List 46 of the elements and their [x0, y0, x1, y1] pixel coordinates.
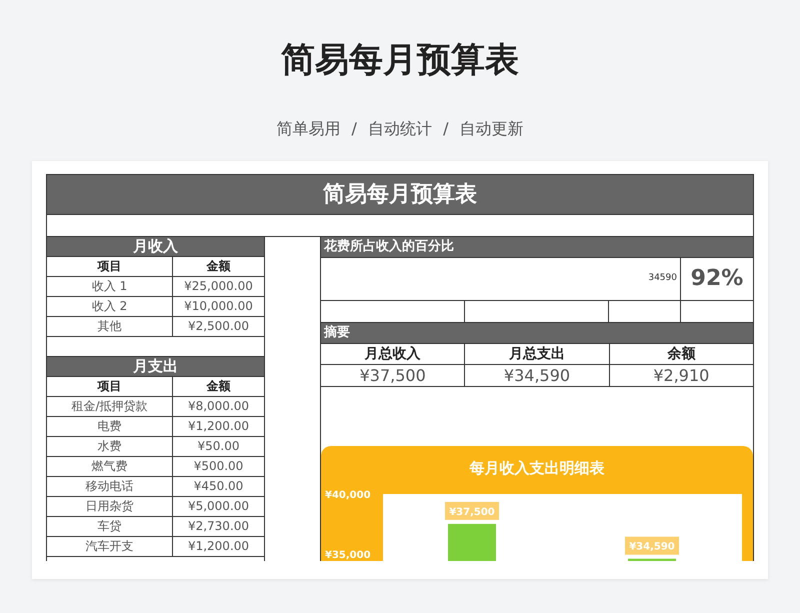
table-cell-text: ¥450.00 [192, 478, 244, 495]
table-cell-text: ¥50.00 [196, 438, 240, 455]
section-header: 摘要 [321, 323, 753, 344]
summary-value: ¥2,910 [652, 365, 710, 386]
table-cell-text: ¥2,500.00 [186, 318, 250, 335]
table-cell: 日用杂货 [47, 497, 173, 516]
percent-value: 92% [690, 266, 744, 291]
column-header: 余额 [666, 344, 696, 364]
income-header: 月收入 [47, 237, 264, 257]
summary-value: ¥34,590 [465, 365, 610, 386]
column-header: 月总收入 [321, 344, 466, 364]
table-cell-text: ¥1,200.00 [186, 418, 250, 435]
axis-label: ¥35,000 [325, 550, 371, 561]
column-header: 项目 [47, 257, 173, 276]
axis-label: ¥40,000 [325, 490, 371, 501]
page-title: 简易每月预算表 [281, 39, 519, 82]
table-cell: 租金/抵押贷款 [47, 397, 173, 416]
table-cell-text: ¥10,000.00 [183, 298, 254, 315]
table-cell-text: ¥1,200.00 [186, 538, 250, 555]
column-header: 金额 [206, 378, 232, 395]
column-header: 金额 [206, 258, 232, 275]
table-cell: 汽车开支 [47, 537, 173, 556]
column-header: 项目 [47, 377, 173, 396]
value-label: ¥34,590 [625, 536, 679, 555]
table-cell-text: ¥5,000.00 [186, 498, 250, 515]
page-subtitle: 简单易用 / 自动统计 / 自动更新 [276, 118, 524, 140]
table-cell-text: ¥25,000.00 [183, 278, 254, 295]
table-cell: 移动电话 [47, 477, 173, 496]
section-header: 花费所占收入的百分比 [321, 237, 753, 258]
table-cell-text: ¥2,730.00 [186, 518, 250, 535]
summary-value: ¥37,500 [321, 365, 466, 386]
table-cell: 燃气费 [47, 457, 173, 476]
column-header: 月总支出 [465, 344, 610, 364]
table-cell: 收入 2 [47, 297, 173, 316]
sheet-title: 简易每月预算表 [47, 175, 753, 215]
table-cell: 水费 [47, 437, 173, 456]
table-cell-text: ¥500.00 [192, 458, 244, 475]
expense-header: 月支出 [47, 357, 264, 377]
table-cell: 车贷 [47, 517, 173, 536]
expense-total: 34590 [648, 273, 677, 283]
chart-title: 每月收入支出明细表 [470, 459, 604, 477]
table-cell: 收入 1 [47, 277, 173, 296]
table-cell: 其他 [47, 317, 173, 336]
value-label: ¥37,500 [445, 502, 499, 520]
table-cell-text: ¥8,000.00 [186, 398, 250, 415]
table-cell: 电费 [47, 417, 173, 436]
